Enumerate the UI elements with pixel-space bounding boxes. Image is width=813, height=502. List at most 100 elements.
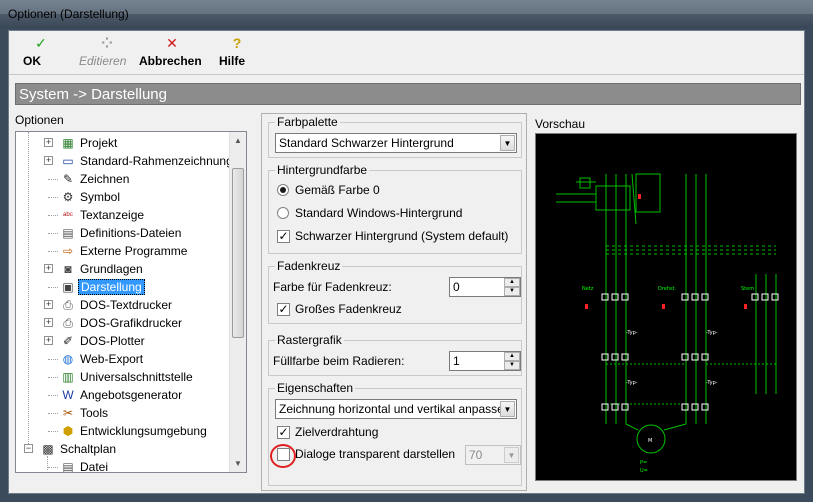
tree-item-label: Externe Programme: [80, 244, 188, 258]
expand-icon[interactable]: +: [44, 264, 53, 273]
tree-item-datei[interactable]: ▤ Datei: [16, 458, 230, 473]
preview-canvas: Netz Drehst. Stern M -Typ- -Typ- -Typ- -…: [535, 133, 797, 481]
svg-text:-Typ-: -Typ-: [626, 380, 638, 386]
chevron-down-icon: ▼: [504, 447, 519, 463]
settings-panel: Farbpalette Standard Schwarzer Hintergru…: [261, 113, 527, 491]
tree-item-standard-rahmenzeichnungen[interactable]: + ▭ Standard-Rahmenzeichnungen: [16, 152, 246, 170]
checkbox-target-wiring[interactable]: ✓: [277, 426, 290, 439]
interface-icon: ▥: [62, 370, 74, 384]
tree-item-label: Projekt: [80, 136, 118, 150]
tree-item-tools[interactable]: ✂ Tools: [16, 404, 230, 422]
tree-item-label: DOS-Textdrucker: [80, 298, 173, 312]
expand-icon[interactable]: +: [44, 300, 53, 309]
checkbox-black-background[interactable]: ✓: [277, 230, 290, 243]
tree-item-symbol[interactable]: ⚙ Symbol: [16, 188, 230, 206]
tree-item-universalschnittstelle[interactable]: ▥ Universalschnittstelle: [16, 368, 230, 386]
options-label: Optionen: [15, 113, 64, 127]
scroll-down-icon[interactable]: ▼: [230, 455, 246, 472]
tree-item-label: Universalschnittstelle: [80, 370, 193, 384]
printer-icon: ⎙: [63, 298, 73, 312]
tree-item-externe-programme[interactable]: ⇨ Externe Programme: [16, 242, 230, 260]
tree-item-label: Schaltplan: [60, 442, 117, 456]
expand-icon[interactable]: +: [44, 336, 53, 345]
display-icon: ▣: [62, 280, 74, 294]
edit-grid-icon: ⁘: [101, 35, 113, 51]
fit-mode-select[interactable]: Zeichnung horizontal und vertikal anpass…: [275, 399, 517, 419]
client-area: ✓ OK ⁘ Editieren ✕ Abbrechen ? Hilfe Sys…: [8, 30, 805, 494]
expand-icon[interactable]: +: [44, 318, 53, 327]
netz-label: Netz: [582, 286, 594, 292]
close-icon: ✕: [166, 35, 178, 51]
svg-text:-Typ-: -Typ-: [706, 330, 718, 336]
tree-item-dos-grafikdrucker[interactable]: + ⎙ DOS-Grafikdrucker: [16, 314, 230, 332]
globe-icon: ◍: [62, 352, 74, 366]
symbol-icon: ⚙: [62, 190, 74, 204]
highlight-circle: [270, 444, 296, 468]
scroll-thumb[interactable]: [232, 168, 244, 338]
checkmark-icon: ✓: [35, 35, 47, 51]
spin-up-icon[interactable]: ▲: [504, 278, 520, 287]
page-title-bar: System -> Darstellung: [15, 83, 801, 105]
tree-item-definitions-dateien[interactable]: ▤ Definitions-Dateien: [16, 224, 230, 242]
crosshair-color-spinner[interactable]: 0 ▲ ▼: [449, 277, 521, 297]
tree-item-zeichnen[interactable]: ✎ Zeichnen: [16, 170, 230, 188]
tree-item-label: Tools: [80, 406, 109, 420]
tree-item-schaltplan[interactable]: − ▩ Schaltplan: [16, 440, 230, 458]
help-button[interactable]: ? Hilfe: [219, 34, 255, 72]
cancel-button[interactable]: ✕ Abbrechen: [139, 34, 205, 72]
schematic-icon: ▩: [42, 442, 54, 456]
chevron-down-icon[interactable]: ▼: [500, 135, 515, 151]
chevron-down-icon[interactable]: ▼: [500, 401, 515, 417]
tree-item-web-export[interactable]: ◍ Web-Export: [16, 350, 230, 368]
motor-label: M: [648, 438, 652, 444]
tree-item-angebotsgenerator[interactable]: W Angebotsgenerator: [16, 386, 230, 404]
fill-color-spinner[interactable]: 1 ▲ ▼: [449, 351, 521, 371]
tree-item-projekt[interactable]: + ▦ Projekt: [16, 134, 230, 152]
tree-item-label: DOS-Plotter: [80, 334, 145, 348]
document-icon: ▤: [62, 460, 74, 473]
tree-item-textanzeige[interactable]: ᵃᵇᶜ Textanzeige: [16, 206, 230, 224]
tree-item-darstellung[interactable]: ▣ Darstellung: [16, 278, 230, 296]
collapse-icon[interactable]: −: [24, 444, 33, 453]
tree-item-label: Entwicklungsumgebung: [80, 424, 207, 438]
preview-label: Vorschau: [535, 117, 586, 131]
radio-color-0[interactable]: [277, 184, 289, 196]
tree-item-dos-textdrucker[interactable]: + ⎙ DOS-Textdrucker: [16, 296, 230, 314]
tree-scrollbar[interactable]: ▲ ▼: [229, 132, 246, 472]
expand-icon[interactable]: +: [44, 138, 53, 147]
word-icon: W: [62, 388, 74, 402]
tree-item-label: Textanzeige: [80, 208, 145, 222]
svg-text:-Typ-: -Typ-: [706, 380, 718, 386]
drehst-label: Drehst.: [658, 286, 677, 292]
tree-item-dos-plotter[interactable]: + ✐ DOS-Plotter: [16, 332, 230, 350]
ok-button[interactable]: ✓ OK: [23, 34, 59, 72]
tree-item-grundlagen[interactable]: + ◙ Grundlagen: [16, 260, 230, 278]
title-bar[interactable]: Optionen (Darstellung): [0, 0, 813, 28]
background-group: Hintergrundfarbe Gemäß Farbe 0 Standard …: [268, 163, 522, 254]
transparency-select: 70 ▼: [465, 445, 521, 465]
svg-text:U=: U=: [640, 468, 648, 474]
expand-icon[interactable]: +: [44, 156, 53, 165]
radio-windows-background[interactable]: [277, 207, 289, 219]
spin-down-icon[interactable]: ▼: [504, 287, 520, 296]
spin-up-icon[interactable]: ▲: [504, 352, 520, 361]
tree-item-label: Standard-Rahmenzeichnungen: [80, 154, 247, 168]
window-title: Optionen (Darstellung): [8, 7, 129, 21]
raster-group: Rastergrafik Füllfarbe beim Radieren: 1 …: [268, 333, 522, 376]
spin-down-icon[interactable]: ▼: [504, 361, 520, 370]
tree-item-label: Symbol: [80, 190, 121, 204]
dialog-window: Optionen (Darstellung) ✓ OK ⁘ Editieren …: [0, 0, 813, 502]
tree-item-label: Definitions-Dateien: [80, 226, 182, 240]
palette-group: Farbpalette Standard Schwarzer Hintergru…: [268, 115, 522, 158]
printer-icon: ⎙: [63, 316, 73, 330]
palette-select[interactable]: Standard Schwarzer Hintergrund ▼: [275, 133, 517, 153]
scroll-up-icon[interactable]: ▲: [230, 132, 246, 149]
checkbox-big-crosshair[interactable]: ✓: [277, 303, 290, 316]
project-icon: ▦: [62, 136, 74, 150]
properties-group: Eigenschaften Zeichnung horizontal und v…: [268, 381, 522, 486]
svg-text:-Typ-: -Typ-: [626, 330, 638, 336]
tree-item-entwicklungsumgebung[interactable]: ⬢ Entwicklungsumgebung: [16, 422, 230, 440]
tree-item-label: DOS-Grafikdrucker: [80, 316, 183, 330]
options-tree[interactable]: + ▦ Projekt + ▭ Standard-Rahmenzeichnungen ✎ Ze…: [15, 131, 247, 473]
frame-icon: ▭: [62, 154, 74, 168]
